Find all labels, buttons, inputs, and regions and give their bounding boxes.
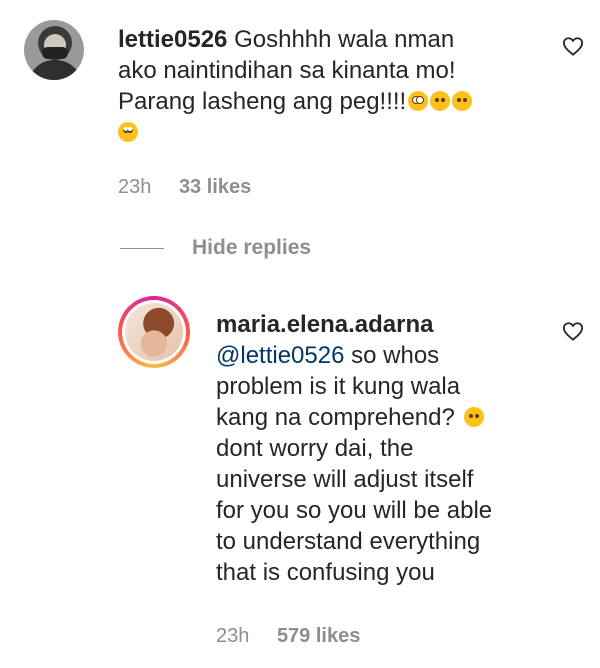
comment-line: Goshhhh wala nman bbox=[234, 26, 455, 53]
reply-line: for you so you will be able bbox=[216, 497, 493, 524]
reply-meta: 23h 579 likes bbox=[216, 625, 360, 648]
reply-line: problem is it kung wala bbox=[216, 373, 461, 400]
reply-line-with-emoji: kang na comprehend? bbox=[216, 402, 484, 433]
comment-line: ako naintindihan sa kinanta mo! bbox=[118, 57, 456, 84]
heart-outline-icon[interactable] bbox=[562, 36, 584, 56]
woozy-face-emoji-icon bbox=[463, 407, 484, 427]
heart-outline-icon[interactable] bbox=[562, 321, 584, 341]
comment-likes[interactable]: 33 likes bbox=[179, 176, 251, 198]
reply-line: that is confusing you bbox=[216, 559, 435, 586]
reply-avatar[interactable] bbox=[118, 296, 190, 368]
reply-time[interactable]: 23h bbox=[216, 625, 249, 647]
profile-photo bbox=[125, 303, 183, 361]
comment-text: lettie0526 Goshhhh wala nman bbox=[118, 24, 558, 55]
reply-line: kang na comprehend? bbox=[216, 404, 455, 431]
rolling-eyes-emoji-icon bbox=[118, 122, 138, 142]
comment-emoji-line bbox=[118, 117, 138, 148]
raised-eyebrow-emoji-icon bbox=[430, 91, 451, 111]
reply-line: universe will adjust itself bbox=[216, 466, 474, 493]
hide-replies-divider bbox=[120, 248, 164, 249]
comment-line: Parang lasheng ang peg!!!! bbox=[118, 88, 407, 115]
reply-line: dont worry dai, the bbox=[216, 435, 414, 462]
comment-line-with-emojis: Parang lasheng ang peg!!!! bbox=[118, 86, 473, 117]
comment-meta: 23h 33 likes bbox=[118, 176, 251, 199]
comment-time[interactable]: 23h bbox=[118, 176, 151, 198]
reply-username[interactable]: maria.elena.adarna bbox=[216, 309, 433, 340]
flushed-face-emoji-icon bbox=[408, 91, 429, 111]
reply-line: @lettie0526 so whos bbox=[216, 340, 439, 371]
reply-line: to understand everything bbox=[216, 528, 481, 555]
reply-text: so whos bbox=[344, 342, 440, 369]
commenter-avatar[interactable] bbox=[24, 20, 84, 80]
woozy-face-emoji-icon bbox=[452, 91, 473, 111]
hide-replies-button[interactable]: Hide replies bbox=[192, 236, 311, 260]
mention-link[interactable]: @lettie0526 bbox=[216, 342, 344, 369]
reply-likes[interactable]: 579 likes bbox=[277, 625, 360, 647]
comment-username[interactable]: lettie0526 bbox=[118, 26, 227, 53]
